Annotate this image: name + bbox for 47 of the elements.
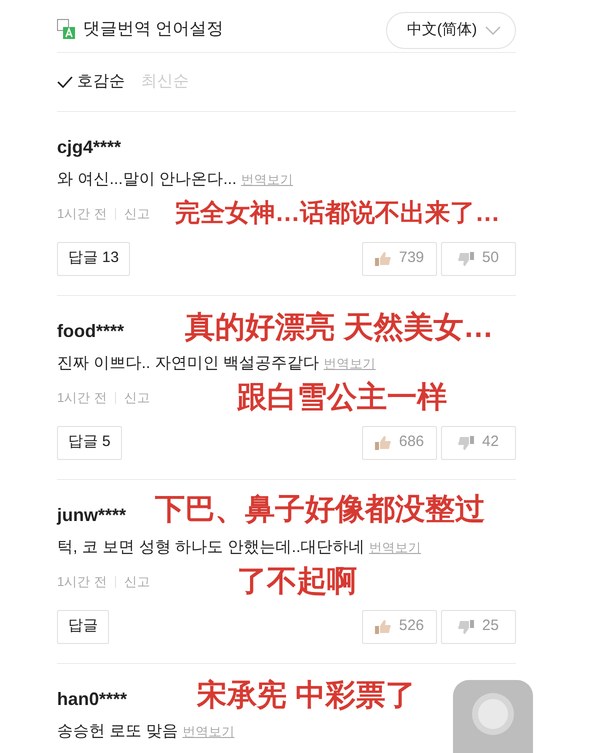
username: food**** xyxy=(57,320,124,342)
comment-text: 송승헌 로또 맞음 xyxy=(57,723,178,740)
username: junw**** xyxy=(57,504,126,526)
report-link[interactable]: 신고 xyxy=(124,204,150,224)
translate-link[interactable]: 번역보기 xyxy=(241,172,294,187)
username: han0**** xyxy=(57,688,128,710)
caret-icon xyxy=(485,26,501,35)
translate-link[interactable]: 번역보기 xyxy=(324,356,376,371)
caption-line: 了不起啊 xyxy=(237,566,357,598)
comment-text: 진짜 이쁘다.. 자연미인 백설공주같다 xyxy=(57,355,320,372)
floating-button[interactable] xyxy=(453,680,533,753)
comment-text: 와 여신...말이 안나온다... xyxy=(57,171,237,188)
thumbs-up-icon xyxy=(374,620,391,634)
like-button[interactable]: 686 xyxy=(362,426,437,460)
report-link[interactable]: 신고 xyxy=(124,388,150,408)
translate-link[interactable]: 번역보기 xyxy=(369,540,422,555)
thumbs-down-icon xyxy=(458,620,474,634)
translate-icon[interactable] xyxy=(57,18,75,39)
caption-line: 下巴、鼻子好像都没整过 xyxy=(155,494,485,526)
language-dropdown[interactable]: 中文(简体) xyxy=(386,12,516,48)
caption-line: 宋承宪 中彩票了 xyxy=(197,680,416,712)
check-icon xyxy=(57,76,73,88)
caption-line: 真的好漂亮 天然美女… xyxy=(185,312,494,344)
thumbs-up-icon xyxy=(374,436,391,450)
comment-time: 1시간 전 xyxy=(57,389,107,407)
translate-link[interactable]: 번역보기 xyxy=(182,724,234,739)
thumbs-up-icon xyxy=(374,252,391,266)
dislike-button[interactable]: 50 xyxy=(441,242,516,276)
thumbs-down-icon xyxy=(458,252,474,266)
caption-line: 跟白雪公主一样 xyxy=(237,382,447,414)
comment-text: 턱, 코 보면 성형 하나도 안했는데..대단하네 xyxy=(57,539,365,556)
reply-button[interactable]: 답글 5 xyxy=(57,426,122,460)
reply-button[interactable]: 답글 xyxy=(57,610,109,644)
comment-time: 1시간 전 xyxy=(57,205,107,223)
report-link[interactable]: 신고 xyxy=(124,572,150,592)
comment-time: 1시간 전 xyxy=(57,573,107,591)
thumbs-down-icon xyxy=(458,436,474,450)
dislike-button[interactable]: 25 xyxy=(441,610,516,644)
caption-line: 完全女神…话都说不出来了… xyxy=(175,198,500,228)
like-button[interactable]: 526 xyxy=(362,610,437,644)
username: cjg4**** xyxy=(57,136,122,158)
dislike-button[interactable]: 42 xyxy=(441,426,516,460)
circle-icon xyxy=(471,692,515,736)
reply-button[interactable]: 답글 13 xyxy=(57,242,130,276)
like-button[interactable]: 739 xyxy=(362,242,437,276)
sort-option[interactable]: 호감순 xyxy=(57,70,125,94)
header-title: 댓글번역 언어설정 xyxy=(83,18,224,40)
